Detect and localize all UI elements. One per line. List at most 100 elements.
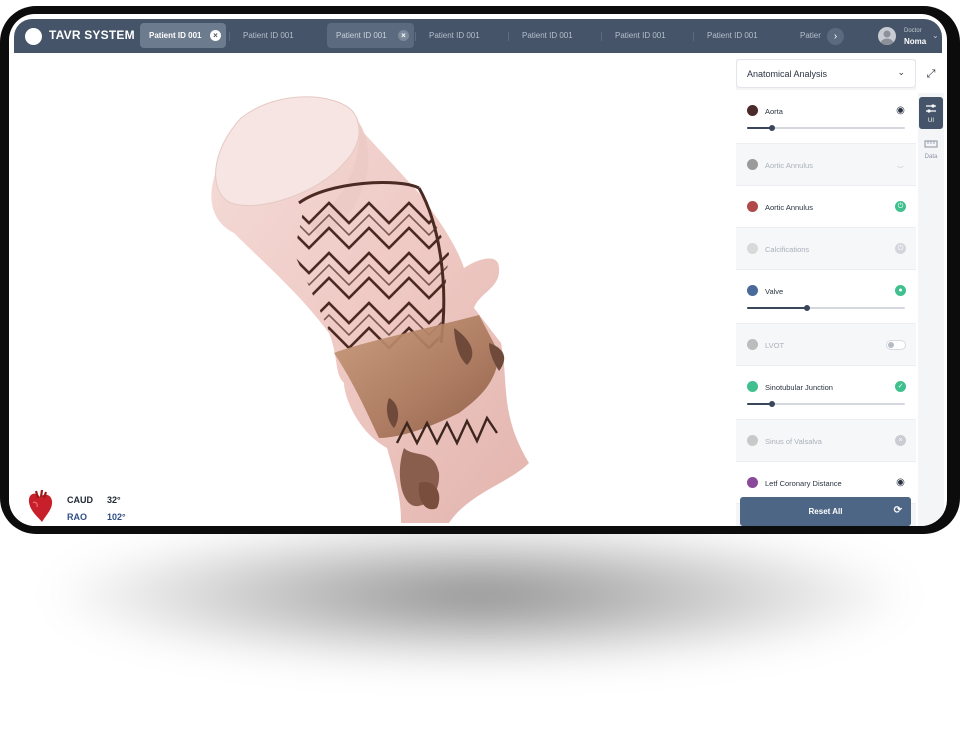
user-role: Doctor [904,28,922,34]
tab-next-icon[interactable]: › [827,28,844,45]
tab-label: Patient ID 001 [149,31,202,40]
user-menu-caret-icon[interactable]: ⌄ [932,31,939,40]
chevron-down-icon: ⌄ [897,67,905,77]
app-screen: TAVR SYSTEM Patient ID 001 × Patient ID 00… [9,14,947,526]
tab-separator [415,32,416,41]
layer-name: Aorta [765,107,783,116]
slider-handle[interactable] [769,125,776,131]
tab-label: Patient ID 001 [522,31,573,40]
heart-orientation-icon [28,489,53,522]
layer-row-aorta[interactable]: Aorta ◉ [736,90,916,144]
layer-name: Aortic Annulus [765,161,813,170]
layer-color-swatch[interactable] [747,285,758,296]
rail-tab-ui[interactable]: UI [919,97,943,129]
rail-tab-label: UI [928,118,934,124]
device-frame: TAVR SYSTEM Patient ID 001 × Patient ID 00… [0,6,960,534]
layer-row-valve[interactable]: Valve ● [736,270,916,324]
tab-patient-6[interactable]: Patient ID 001 [606,23,684,48]
layer-color-swatch[interactable] [747,435,758,446]
layer-name: Calcifications [765,245,810,254]
tab-label: Patient ID 001 [243,31,294,40]
tab-label: Patient ID 001 [707,31,758,40]
layer-name: Sinotubular Junction [765,383,833,392]
tab-label: Patient ID 001 [615,31,666,40]
tab-patient-8[interactable]: Patient [791,23,821,48]
side-rail: UI Data [918,93,944,526]
tab-patient-4[interactable]: Patient ID 001 [420,23,498,48]
3d-viewer[interactable]: CAUD 32° RAO 102° [9,53,734,526]
angle-value-caud: 32° [107,495,121,505]
layer-row-aortic-annulus[interactable]: Aortic Annulus ‿ [736,144,916,186]
tab-label: Patient [800,31,821,40]
panel-title: Anatomical Analysis [747,69,828,79]
tab-label: Patient ID 001 [429,31,480,40]
check-icon[interactable]: ✓ [895,381,906,392]
layer-opacity-slider[interactable] [747,305,905,311]
device-shadow [40,520,920,670]
angle-label-rao: RAO [67,512,87,522]
layer-name: Letf Coronary Distance [765,479,842,488]
tab-patient-1[interactable]: Patient ID 001 × [140,23,226,48]
layer-name: Valve [765,287,784,296]
refresh-icon: ⟳ [893,505,902,516]
power-on-icon[interactable]: ⏻ [895,201,906,212]
user-avatar[interactable] [878,27,896,45]
layer-visibility-toggle[interactable] [886,340,906,350]
angle-label-caud: CAUD [67,495,93,505]
toggle-knob [888,342,894,348]
layer-row-aortic-annulus[interactable]: Aortic Annulus ⏻ [736,186,916,228]
app-title: TAVR SYSTEM [49,28,135,42]
power-off-icon[interactable]: ⏻ [895,243,906,254]
eye-icon[interactable]: ◉ [895,477,906,488]
layer-color-swatch[interactable] [747,105,758,116]
tab-close-icon[interactable]: × [210,30,221,41]
tab-patient-5[interactable]: Patient ID 001 [513,23,591,48]
slider-handle[interactable] [804,305,811,311]
visible-dot-icon[interactable]: ● [895,285,906,296]
layer-row-calcifications[interactable]: Calcifications ⏻ [736,228,916,270]
tab-patient-3[interactable]: Patient ID 001 × [327,23,414,48]
layer-name: Aortic Annulus [765,203,813,212]
tab-separator [693,32,694,41]
rail-tab-label: Data [924,154,938,160]
layer-color-swatch[interactable] [747,243,758,254]
layer-name: Sinus of Valsalva [765,437,822,446]
tab-close-icon[interactable]: × [398,30,409,41]
analysis-dropdown[interactable]: Anatomical Analysis ⌄ [736,59,916,88]
layer-opacity-slider[interactable] [747,401,905,407]
layer-row-sinus-of-valsalva[interactable]: Sinus of Valsalva × [736,420,916,462]
avatar-icon [880,30,894,45]
sliders-icon [926,104,936,113]
tab-separator [601,32,602,41]
reset-all-button[interactable]: Reset All ⟳ [740,497,911,526]
top-bar: TAVR SYSTEM Patient ID 001 × Patient ID 00… [14,19,942,53]
reset-all-label: Reset All [808,507,843,516]
fullscreen-expand-icon[interactable]: ⤢ [921,64,941,84]
layer-color-swatch[interactable] [747,381,758,392]
layer-row-lvot[interactable]: LVOT [736,324,916,366]
tab-patient-2[interactable]: Patient ID 001 [234,23,312,48]
anatomical-analysis-panel: Anatomical Analysis ⌄ Aorta ◉ Aortic Annul… [736,59,916,526]
user-name: Noma [904,37,927,46]
slider-fill [747,307,808,309]
slider-handle[interactable] [769,401,776,407]
tab-separator [229,32,230,41]
angle-value-rao: 102° [107,512,126,522]
ruler-icon [924,140,938,148]
layer-color-swatch[interactable] [747,201,758,212]
valve-model-render[interactable] [9,53,734,526]
eye-icon[interactable]: ◉ [895,105,906,116]
tab-patient-7[interactable]: Patient ID 001 [698,23,776,48]
layer-row-sinotubular-junction[interactable]: Sinotubular Junction ✓ [736,366,916,420]
layer-name: LVOT [765,341,785,350]
app-logo-icon [25,28,42,45]
remove-icon[interactable]: × [895,435,906,446]
eye-closed-icon[interactable]: ‿ [895,159,906,170]
layer-color-swatch[interactable] [747,477,758,488]
layer-color-swatch[interactable] [747,339,758,350]
layer-color-swatch[interactable] [747,159,758,170]
tab-label: Patient ID 001 [336,31,387,40]
layer-opacity-slider[interactable] [747,125,905,131]
rail-tab-data[interactable]: Data [919,133,943,165]
tab-separator [508,32,509,41]
